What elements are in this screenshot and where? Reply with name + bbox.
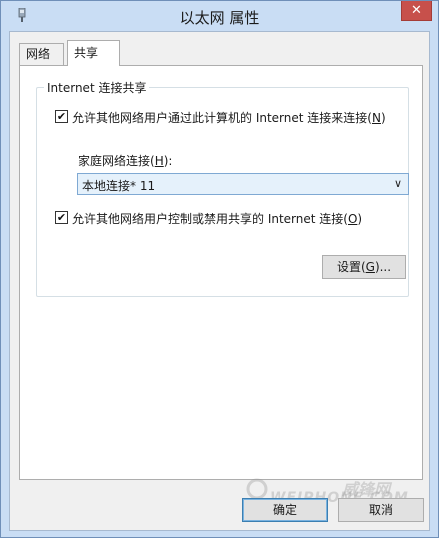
tab-network-label: 网络: [26, 47, 51, 61]
dialog-client-area: 网络 共享 Internet 连接共享 ✔ 允许其他网络用户通过此计算机的 In…: [9, 31, 430, 531]
checkmark-icon: ✔: [56, 211, 67, 224]
title-bar[interactable]: 以太网 属性 ✕: [1, 1, 438, 31]
close-icon: ✕: [411, 3, 422, 18]
allow-share-label[interactable]: 允许其他网络用户通过此计算机的 Internet 连接来连接(N): [72, 109, 386, 126]
allow-share-label-text: 允许其他网络用户通过此计算机的 Internet 连接来连接(: [72, 111, 372, 125]
allow-share-mnemonic: N: [371, 111, 381, 125]
settings-button[interactable]: 设置(G)...: [322, 255, 406, 279]
allow-control-label[interactable]: 允许其他网络用户控制或禁用共享的 Internet 连接(O): [72, 210, 362, 227]
properties-window: 以太网 属性 ✕ 网络 共享 Internet 连接共享 ✔ 允许其他网络用户通…: [0, 0, 439, 538]
allow-share-checkbox[interactable]: ✔: [55, 110, 68, 123]
watermark-logo-icon: [246, 478, 268, 500]
group-legend: Internet 连接共享: [44, 79, 150, 96]
sharing-tab-page: Internet 连接共享 ✔ 允许其他网络用户通过此计算机的 Internet…: [19, 65, 423, 480]
cancel-button[interactable]: 取消: [338, 498, 424, 522]
tab-network[interactable]: 网络: [19, 43, 64, 65]
home-network-label: 家庭网络连接(H):: [78, 152, 172, 169]
tab-sharing[interactable]: 共享: [67, 40, 120, 66]
settings-label-text: 设置(: [336, 260, 366, 274]
window-title: 以太网 属性: [179, 9, 260, 27]
ok-button[interactable]: 确定: [242, 498, 328, 522]
home-network-dropdown[interactable]: 本地连接* 11 ∨: [77, 173, 409, 195]
tab-sharing-label: 共享: [74, 46, 99, 60]
settings-mnemonic: G: [365, 260, 375, 274]
allow-control-label-text: 允许其他网络用户控制或禁用共享的 Internet 连接(: [72, 212, 348, 226]
home-network-label-text: 家庭网络连接(: [78, 154, 155, 168]
chevron-down-icon: ∨: [393, 177, 402, 190]
allow-share-label-end: ): [380, 111, 386, 125]
home-network-selected: 本地连接* 11: [82, 179, 156, 193]
home-network-mnemonic: H: [154, 154, 164, 168]
allow-control-mnemonic: O: [347, 212, 358, 226]
home-network-label-end: ):: [163, 154, 173, 168]
checkmark-icon: ✔: [56, 110, 67, 123]
allow-control-label-end: ): [357, 212, 363, 226]
allow-control-checkbox[interactable]: ✔: [55, 211, 68, 224]
close-button[interactable]: ✕: [401, 1, 432, 21]
settings-label-end: )...: [374, 260, 392, 274]
